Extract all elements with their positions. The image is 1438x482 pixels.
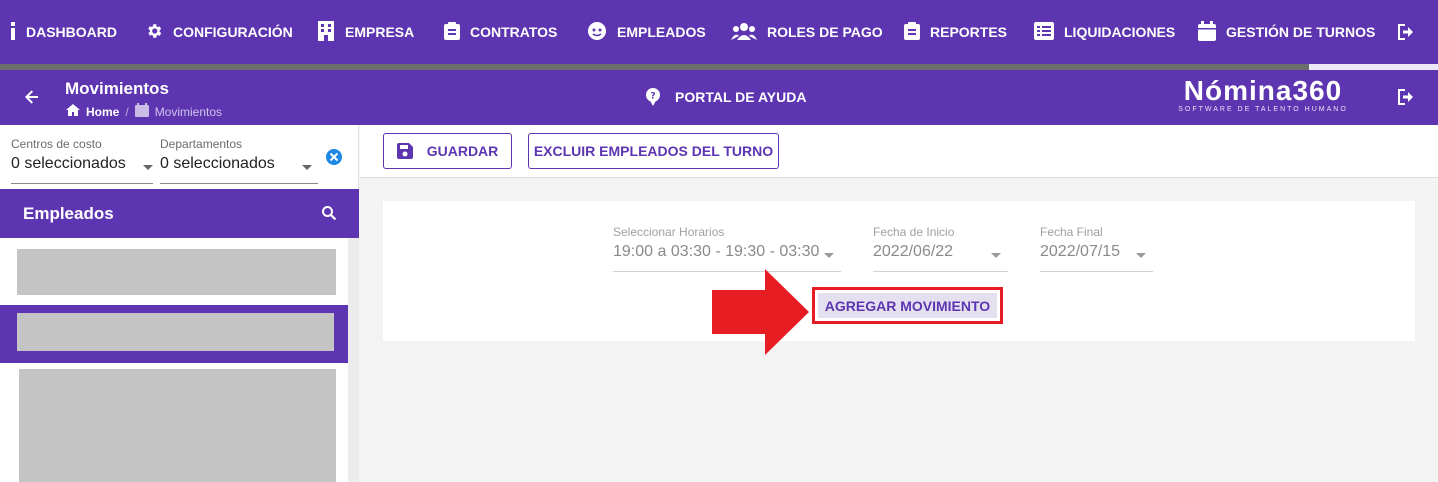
- sidebar-scrollbar[interactable]: [348, 238, 359, 482]
- schedule-select[interactable]: Seleccionar Horarios 19:00 a 03:30 - 19:…: [613, 225, 841, 272]
- help-label: PORTAL DE AYUDA: [675, 89, 807, 105]
- back-arrow-icon[interactable]: [22, 87, 44, 109]
- search-icon[interactable]: [321, 205, 337, 226]
- employee-list-item-selected[interactable]: [0, 305, 359, 363]
- nav-item-dashboard[interactable]: DASHBOARD: [10, 0, 117, 64]
- cost-center-label: Centros de costo: [11, 137, 102, 151]
- save-button[interactable]: GUARDAR: [383, 133, 512, 169]
- nav-item-configuracion[interactable]: CONFIGURACIÓN: [145, 0, 293, 64]
- clipboard-icon: [444, 21, 460, 43]
- cost-center-value: 0 seleccionados: [11, 155, 126, 172]
- svg-text:?: ?: [650, 92, 655, 102]
- nav-label: REPORTES: [930, 24, 1008, 40]
- employee-placeholder: [17, 313, 334, 351]
- nav-label: GESTIÓN DE TURNOS: [1226, 24, 1376, 40]
- end-date-select[interactable]: Fecha Final 2022/07/15: [1040, 225, 1153, 272]
- brand-name: Nómina360: [1183, 75, 1343, 106]
- cost-center-select[interactable]: Centros de costo 0 seleccionados: [11, 137, 153, 184]
- chevron-down-icon: [991, 253, 1001, 258]
- employee-list-item[interactable]: [17, 249, 336, 295]
- top-navigation: DASHBOARD CONFIGURACIÓN EMPRESA CONTRATO…: [0, 0, 1438, 64]
- red-pointer-arrow-icon: [710, 268, 810, 361]
- nav-item-gestion-de-turnos[interactable]: GESTIÓN DE TURNOS: [1198, 0, 1375, 64]
- nav-item-liquidaciones[interactable]: LIQUIDACIONES: [1034, 0, 1175, 64]
- save-icon: [396, 143, 413, 159]
- nav-label: EMPLEADOS: [617, 24, 706, 40]
- breadcrumb-current: Movimientos: [154, 104, 223, 119]
- underline: [11, 183, 153, 184]
- department-value: 0 seleccionados: [160, 155, 275, 172]
- help-icon: ?: [646, 88, 660, 106]
- people-icon: [731, 22, 757, 43]
- calendar-icon: [134, 103, 149, 120]
- add-movement-button[interactable]: AGREGAR MOVIMIENTO: [812, 287, 1003, 324]
- chevron-down-icon: [824, 253, 834, 258]
- building-icon: [317, 20, 335, 44]
- nav-label: EMPRESA: [345, 24, 415, 40]
- start-date-label: Fecha de Inicio: [873, 225, 955, 239]
- chevron-down-icon: [1136, 253, 1146, 258]
- employee-list-item[interactable]: [19, 369, 336, 482]
- exclude-employees-button[interactable]: EXCLUIR EMPLEADOS DEL TURNO: [528, 133, 779, 169]
- underline: [873, 271, 1008, 272]
- end-date-value: 2022/07/15: [1040, 243, 1121, 260]
- calendar-icon: [1198, 20, 1216, 44]
- page-header: Movimientos Home / Movimientos ? PORTAL …: [0, 70, 1438, 125]
- breadcrumb-home[interactable]: Home: [86, 105, 119, 119]
- start-date-select[interactable]: Fecha de Inicio 2022/06/22: [873, 225, 1008, 272]
- page-title: Movimientos: [65, 79, 169, 98]
- schedule-value: 19:00 a 03:30 - 19:30 - 03:30: [613, 243, 820, 260]
- clipboard-icon: [904, 21, 920, 43]
- action-toolbar: GUARDAR EXCLUIR EMPLEADOS DEL TURNO: [360, 125, 1438, 178]
- brand-tagline: SOFTWARE DE TALENTO HUMANO: [1178, 106, 1348, 113]
- logout-icon[interactable]: [1396, 88, 1416, 111]
- gear-icon: [145, 22, 163, 43]
- list-icon: [1034, 21, 1054, 43]
- underline: [160, 183, 318, 184]
- nav-item-contratos[interactable]: CONTRATOS: [444, 0, 557, 64]
- start-date-value: 2022/06/22: [873, 243, 954, 260]
- chevron-down-icon: [143, 165, 153, 170]
- add-movement-label: AGREGAR MOVIMIENTO: [818, 293, 997, 318]
- clear-filters-icon[interactable]: [325, 148, 343, 171]
- employees-header: Empleados: [0, 189, 359, 238]
- nav-label: DASHBOARD: [26, 24, 117, 40]
- employees-sidebar: Centros de costo 0 seleccionados Departa…: [0, 125, 359, 482]
- help-portal-link[interactable]: ? PORTAL DE AYUDA: [645, 88, 806, 106]
- nav-item-empresa[interactable]: EMPRESA: [317, 0, 414, 64]
- nav-item-reportes[interactable]: REPORTES: [904, 0, 1007, 64]
- end-date-label: Fecha Final: [1040, 225, 1103, 239]
- chevron-down-icon: [302, 165, 312, 170]
- employees-title: Empleados: [23, 204, 114, 223]
- breadcrumb-separator: /: [125, 104, 129, 119]
- breadcrumb: Home / Movimientos: [66, 103, 222, 120]
- department-label: Departamentos: [160, 137, 243, 151]
- exclude-label: EXCLUIR EMPLEADOS DEL TURNO: [533, 143, 774, 159]
- nav-item-roles-de-pago[interactable]: ROLES DE PAGO: [731, 0, 883, 64]
- nav-label: CONTRATOS: [470, 24, 558, 40]
- home-icon[interactable]: [66, 104, 80, 119]
- schedule-label: Seleccionar Horarios: [613, 225, 725, 239]
- nav-label: ROLES DE PAGO: [767, 24, 883, 40]
- info-icon: [10, 21, 16, 43]
- underline: [1040, 271, 1153, 272]
- logout-icon[interactable]: [1396, 23, 1416, 46]
- nav-label: CONFIGURACIÓN: [173, 24, 293, 40]
- nav-label: LIQUIDACIONES: [1064, 24, 1176, 40]
- save-label: GUARDAR: [426, 143, 499, 159]
- brand-logo: Nómina360 SOFTWARE DE TALENTO HUMANO: [1172, 75, 1354, 114]
- department-select[interactable]: Departamentos 0 seleccionados: [160, 137, 318, 184]
- nav-item-empleados[interactable]: EMPLEADOS: [587, 0, 706, 64]
- face-icon: [587, 21, 607, 44]
